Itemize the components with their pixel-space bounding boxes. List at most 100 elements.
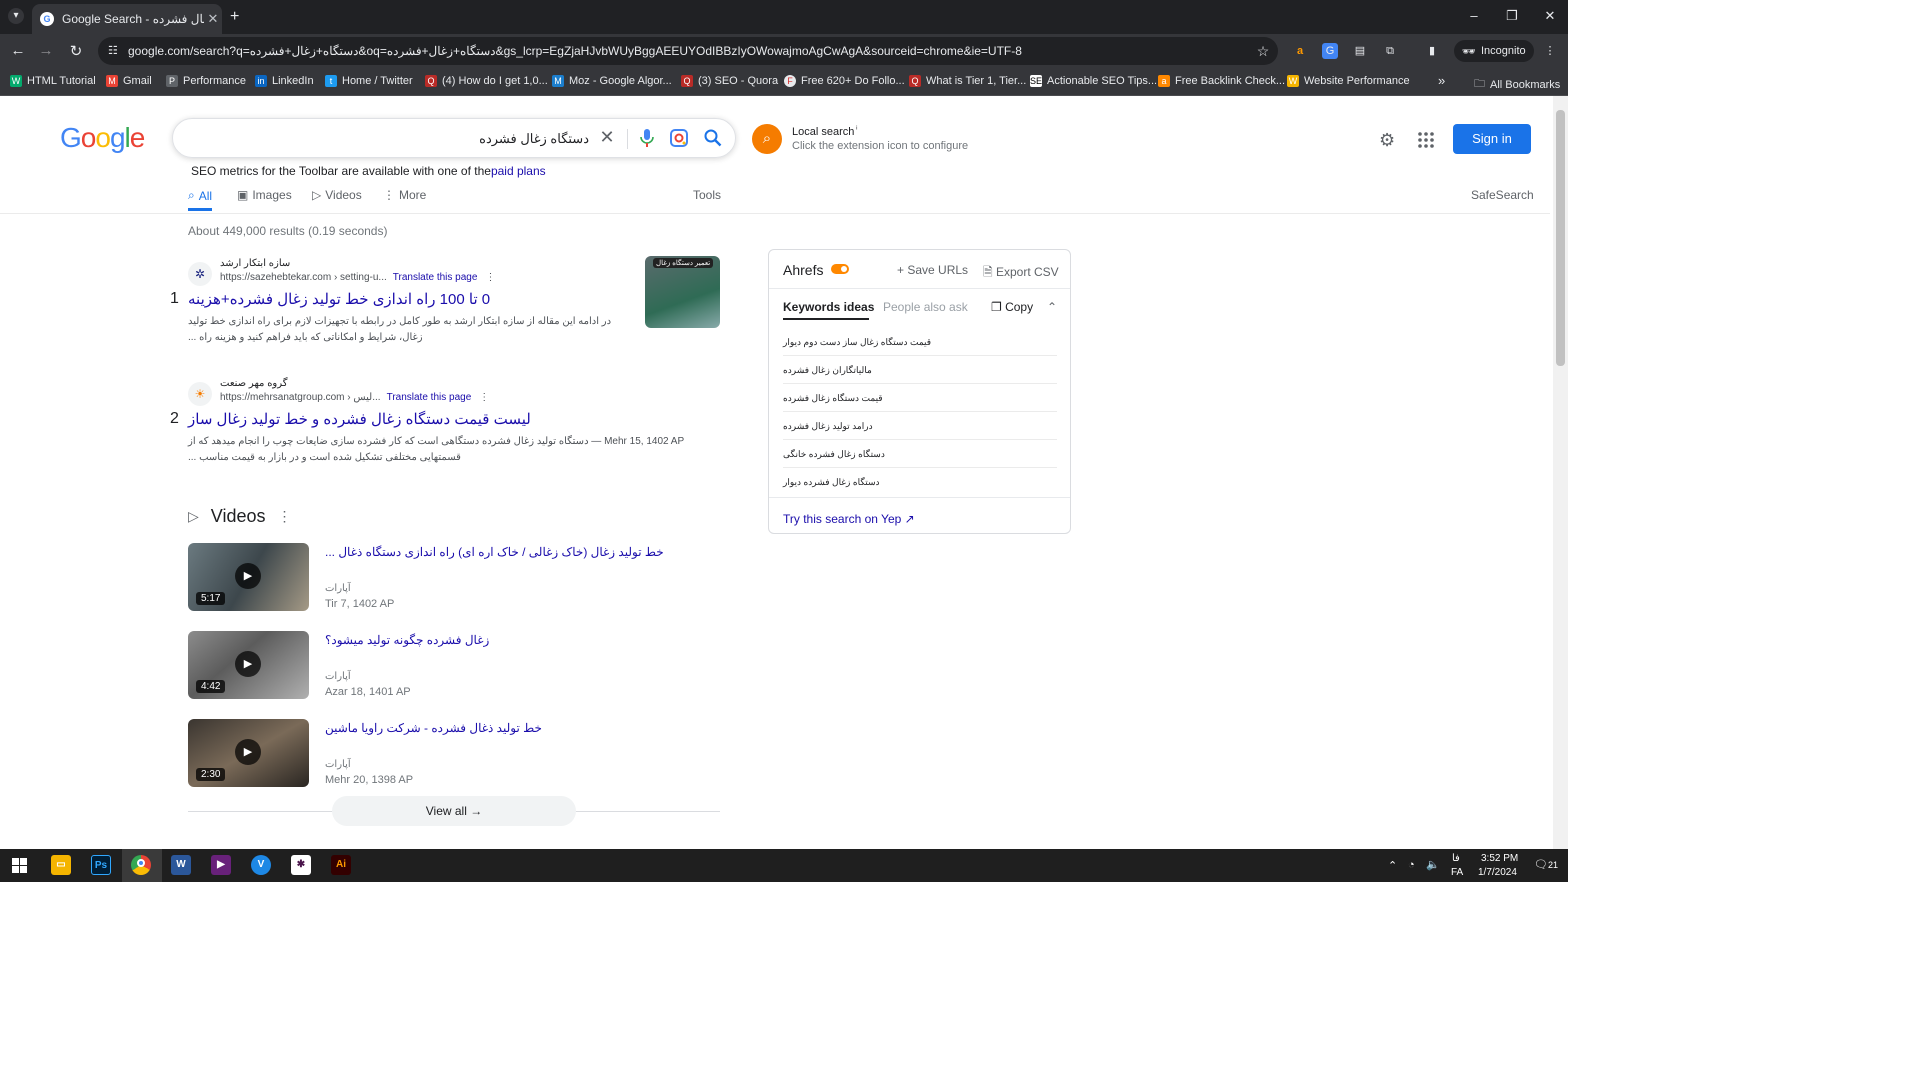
site-info-icon[interactable]: ☷	[108, 44, 118, 57]
video-title-link[interactable]: زغال فشرده چگونه تولید میشود؟	[325, 633, 489, 647]
video-thumbnail[interactable]: ▶ 2:30	[188, 719, 309, 787]
translate-link[interactable]: Translate this page	[393, 272, 478, 283]
result-thumbnail[interactable]: تعمیر دستگاه زغال	[645, 256, 720, 328]
incognito-indicator[interactable]: 🕶 Incognito	[1454, 40, 1534, 62]
clock-date[interactable]: 1/7/2024	[1478, 867, 1517, 878]
bookmark-moz[interactable]: M Moz - Google Algor...	[552, 75, 672, 87]
tab-list-button[interactable]: ▾	[8, 8, 24, 24]
bookmark-html-tutorial[interactable]: W HTML Tutorial	[10, 75, 96, 87]
reload-icon[interactable]: ↻	[66, 42, 86, 60]
keyword-item[interactable]: دستگاه زغال فشرده خانگی	[783, 440, 1057, 468]
translate-link[interactable]: Translate this page	[387, 392, 472, 403]
bookmark-performance[interactable]: P Performance	[166, 75, 246, 87]
volume-icon[interactable]: 🔈	[1426, 858, 1440, 871]
paid-plans-link[interactable]: paid plans	[491, 164, 546, 178]
forward-icon[interactable]: →	[36, 42, 56, 59]
keyword-item[interactable]: دستگاه زغال فشرده دیوار	[783, 468, 1057, 496]
tab-all[interactable]: ⌕ All	[188, 188, 213, 211]
try-yep-link[interactable]: Try this search on Yep ↗	[783, 512, 915, 526]
bookmark-quora-2[interactable]: Q (3) SEO - Quora	[681, 75, 778, 87]
bookmark-quora-1[interactable]: Q (4) How do I get 1,0...	[425, 75, 548, 87]
notifications-icon[interactable]: 🗨21	[1534, 858, 1558, 871]
search-box[interactable]: دستگاه زغال فشرده ✕	[172, 118, 736, 158]
file-explorer-icon[interactable]: ▭	[51, 855, 71, 875]
photoshop-icon[interactable]: Ps	[91, 855, 111, 875]
videos-menu-icon[interactable]: ⋮	[278, 508, 292, 525]
slack-icon[interactable]: ✱	[291, 855, 311, 875]
result-title-link[interactable]: 0 تا 100 راه اندازی خط تولید زغال فشرده+…	[188, 290, 490, 308]
google-apps-icon[interactable]	[1418, 132, 1434, 151]
video-thumbnail[interactable]: ▶ 4:42	[188, 631, 309, 699]
video-title-link[interactable]: خط تولید ذغال فشرده - شرکت راویا ماشین	[325, 721, 542, 735]
result-title-link[interactable]: لیست قیمت دستگاه زغال فشرده و خط تولید ز…	[188, 410, 531, 428]
bookmark-twitter[interactable]: t Home / Twitter	[325, 75, 413, 87]
bookmark-website-performance[interactable]: W Website Performance	[1287, 75, 1410, 87]
close-window-button[interactable]: ✕	[1540, 8, 1560, 24]
scrollbar-thumb[interactable]	[1556, 110, 1565, 366]
video-result[interactable]: ▶ 5:17 خط تولید زغال (خاک زغالی / خاک ار…	[188, 543, 720, 611]
copy-button[interactable]: ❐ Copy	[991, 300, 1033, 314]
safesearch-button[interactable]: SafeSearch	[1471, 188, 1534, 202]
back-icon[interactable]: ←	[8, 42, 28, 59]
video-thumbnail[interactable]: ▶ 5:17	[188, 543, 309, 611]
voice-search-icon[interactable]	[637, 129, 657, 152]
search-submit-icon[interactable]	[703, 129, 723, 152]
word-icon[interactable]: W	[171, 855, 191, 875]
tab-more[interactable]: ⋮ More	[383, 188, 426, 202]
page-scrollbar[interactable]	[1553, 96, 1568, 849]
menu-kebab-icon[interactable]: ⋮	[1542, 43, 1558, 59]
active-tab[interactable]: G Google Search - دستگاه زغال فشرده ✕	[32, 4, 222, 34]
language-fa-short[interactable]: فا	[1452, 853, 1460, 864]
bookmark-dofollow[interactable]: F Free 620+ Do Follo...	[784, 75, 905, 87]
amazon-extension-icon[interactable]: a	[1292, 43, 1308, 59]
chrome-icon[interactable]	[131, 855, 151, 875]
language-fa[interactable]: FA	[1451, 867, 1463, 878]
collapse-chevron-icon[interactable]: ⌃	[1047, 300, 1057, 314]
illustrator-icon[interactable]: Ai	[331, 855, 351, 875]
search-input[interactable]: دستگاه زغال فشرده	[479, 131, 589, 147]
restore-button[interactable]: ❐	[1502, 8, 1522, 24]
tray-chevron-icon[interactable]: ⌃	[1388, 859, 1397, 872]
bookmarks-overflow-icon[interactable]: »	[1438, 73, 1445, 88]
sign-in-button[interactable]: Sign in	[1453, 124, 1531, 154]
tab-people-also-ask[interactable]: People also ask	[883, 300, 968, 314]
document-extension-icon[interactable]: ▤	[1352, 43, 1368, 59]
result-menu-icon[interactable]: ⋮	[485, 272, 495, 283]
windows-start-icon[interactable]	[12, 858, 27, 876]
google-logo[interactable]: Google	[60, 122, 145, 154]
export-csv-button[interactable]: 🗎 Export CSV	[983, 263, 1059, 284]
result-menu-icon[interactable]: ⋮	[479, 392, 489, 403]
tools-button[interactable]: Tools	[693, 188, 721, 202]
bookmark-star-icon[interactable]: ☆	[1248, 43, 1278, 60]
lens-search-icon[interactable]	[669, 129, 689, 152]
all-bookmarks-button[interactable]: 🗀 All Bookmarks	[1474, 75, 1560, 94]
bookmark-quora-3[interactable]: Q What is Tier 1, Tier...	[909, 75, 1026, 87]
tab-images[interactable]: ▣ Images	[237, 188, 292, 202]
minimize-button[interactable]: –	[1464, 8, 1484, 23]
save-urls-button[interactable]: + Save URLs	[897, 263, 968, 277]
network-icon[interactable]: ◔	[1408, 859, 1415, 871]
keyword-item[interactable]: قیمت دستگاه زغال فشرده	[783, 384, 1057, 412]
keyword-item[interactable]: مالیاتگاران زغال فشرده	[783, 356, 1057, 384]
bookmark-gmail[interactable]: M Gmail	[106, 75, 152, 87]
keyword-item[interactable]: قیمت دستگاه زغال ساز دست دوم دیوار	[783, 328, 1057, 356]
app-v-icon[interactable]: V	[251, 855, 271, 875]
tab-close-icon[interactable]: ✕	[204, 11, 222, 27]
local-search-widget[interactable]: ⌕ Local search ⁱ Click the extension ico…	[752, 124, 992, 156]
tab-keywords-ideas[interactable]: Keywords ideas	[783, 300, 874, 314]
new-tab-button[interactable]: +	[230, 8, 239, 26]
extensions-puzzle-icon[interactable]: ⧉	[1382, 43, 1398, 59]
settings-gear-icon[interactable]: ⚙	[1379, 130, 1395, 151]
bookmark-seo-tips[interactable]: SE Actionable SEO Tips...	[1030, 75, 1157, 87]
bookmark-backlink-check[interactable]: a Free Backlink Check...	[1158, 75, 1285, 87]
address-bar[interactable]: ☷ google.com/search?q=دستگاه+زغال+فشرده&…	[98, 37, 1278, 65]
video-title-link[interactable]: خط تولید زغال (خاک زغالی / خاک اره ای) ر…	[325, 545, 664, 559]
clock-time[interactable]: 3:52 PM	[1481, 853, 1518, 864]
side-panel-icon[interactable]: ▮	[1424, 43, 1440, 59]
visual-studio-icon[interactable]: ▶	[211, 855, 231, 875]
video-result[interactable]: ▶ 2:30 خط تولید ذغال فشرده - شرکت راویا …	[188, 719, 720, 787]
video-result[interactable]: ▶ 4:42 زغال فشرده چگونه تولید میشود؟ آپا…	[188, 631, 720, 699]
translate-extension-icon[interactable]: G	[1322, 43, 1338, 59]
view-all-button[interactable]: View all →	[332, 796, 576, 826]
tab-videos[interactable]: ▷ Videos	[312, 188, 362, 202]
